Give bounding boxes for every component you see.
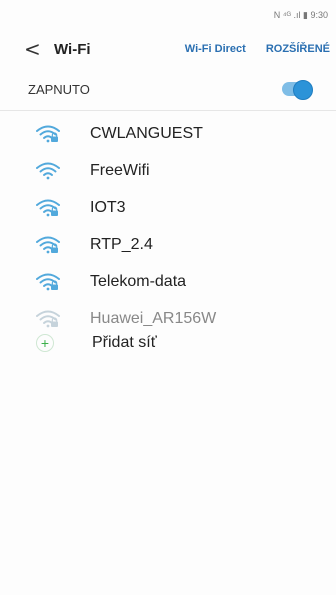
page-title: Wi-Fi (54, 40, 91, 58)
wifi-toggle-row[interactable]: ZAPNUTO (0, 68, 336, 111)
network-item[interactable]: FreeWifi (0, 152, 336, 189)
network-name: IOT3 (90, 198, 126, 216)
header-actions: Wi-Fi Direct ROZŠÍŘENÉ (185, 43, 330, 55)
network-item[interactable]: RTP_2.4 (0, 226, 336, 263)
wifi-icon (36, 162, 60, 179)
wifi-lock-icon (36, 310, 60, 327)
network-list: CWLANGUEST FreeWifi IOT3 RTP_2.4 Telekom… (0, 111, 336, 337)
network-name: Huawei_AR156W (90, 309, 217, 327)
wifi-lock-icon (36, 273, 60, 290)
status-bar-text: N ⁴ᴳ .ıl ▮ 9:30 (273, 9, 328, 20)
network-item[interactable]: CWLANGUEST (0, 115, 336, 152)
add-network-row[interactable]: + Přidat síť (0, 331, 336, 355)
wifi-direct-button[interactable]: Wi-Fi Direct (185, 43, 246, 55)
network-name: Telekom-data (90, 272, 187, 290)
wifi-lock-icon (36, 199, 60, 216)
status-bar: N ⁴ᴳ .ıl ▮ 9:30 (0, 0, 336, 30)
chevron-left-icon[interactable]: < (24, 39, 50, 59)
wifi-toggle-switch[interactable] (282, 80, 313, 100)
toggle-knob (293, 80, 313, 100)
network-name: RTP_2.4 (90, 235, 153, 253)
wifi-lock-icon (36, 236, 60, 253)
wifi-toggle-label: ZAPNUTO (28, 81, 90, 97)
advanced-button[interactable]: ROZŠÍŘENÉ (266, 43, 330, 55)
network-item[interactable]: Telekom-data (0, 263, 336, 300)
wifi-lock-icon (36, 125, 60, 142)
network-name: FreeWifi (90, 161, 150, 179)
network-item[interactable]: IOT3 (0, 189, 336, 226)
plus-icon: + (36, 334, 54, 352)
add-network-label: Přidat síť (92, 334, 157, 351)
network-name: CWLANGUEST (90, 124, 203, 142)
app-header: < Wi-Fi Wi-Fi Direct ROZŠÍŘENÉ (0, 30, 336, 68)
